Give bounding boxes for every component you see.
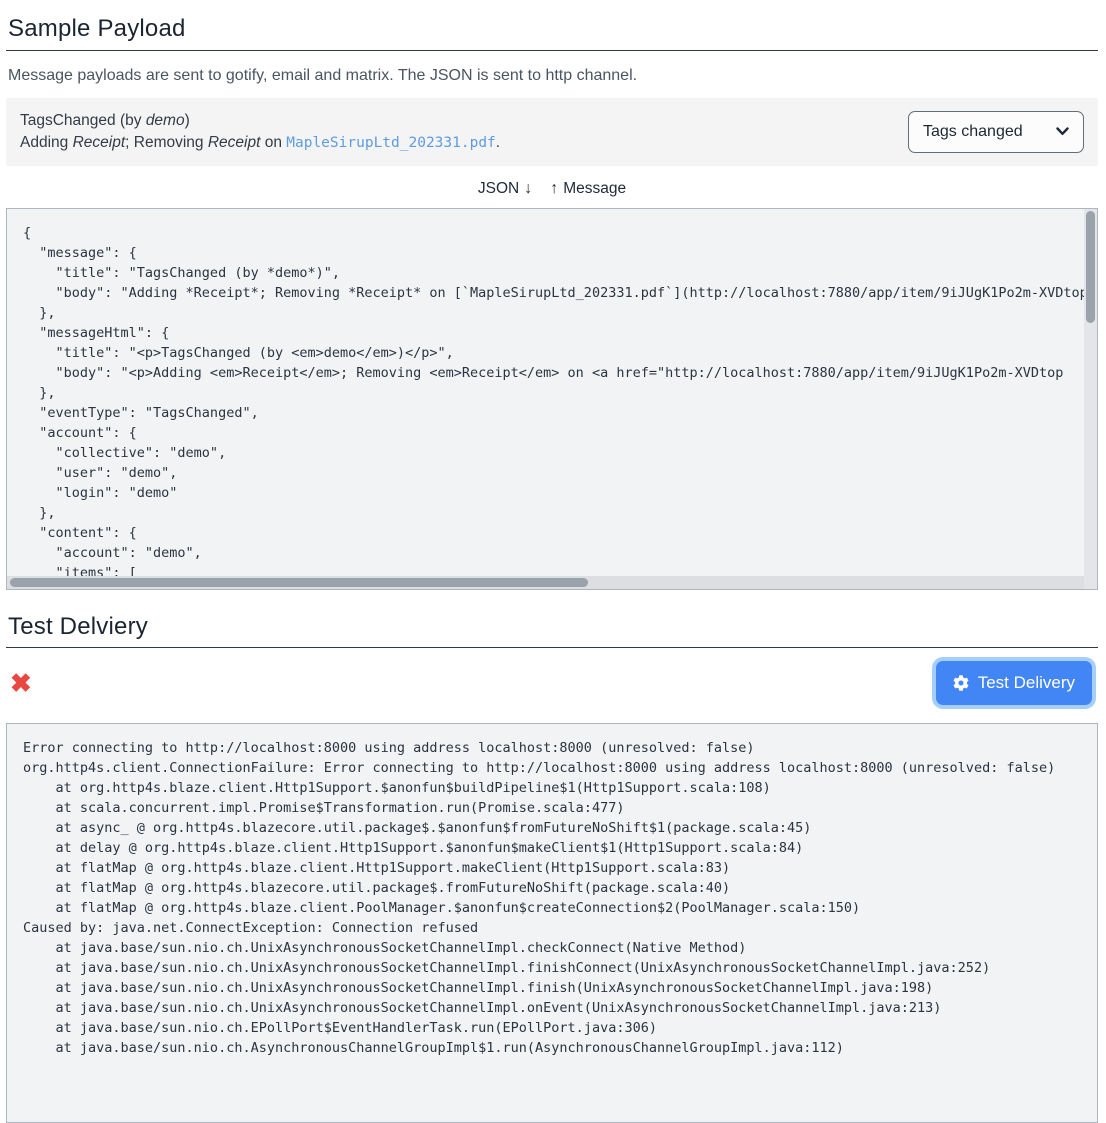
chevron-down-icon	[1056, 123, 1069, 141]
event-sample-text: TagsChanged (by demo) Adding Receipt; Re…	[20, 110, 500, 154]
json-payload-code: { "message": { "title": "TagsChanged (by…	[7, 209, 1097, 590]
arrow-up-icon: ↑	[550, 180, 558, 198]
json-toggle-label: JSON	[478, 180, 519, 198]
vertical-scrollbar[interactable]	[1084, 209, 1097, 589]
close-icon[interactable]: ✖	[6, 670, 32, 696]
page-title: Sample Payload	[6, 0, 1098, 51]
event-sample-body-line: Adding Receipt; Removing Receipt on Mapl…	[20, 132, 500, 154]
event-title-prefix: TagsChanged (by	[20, 112, 146, 129]
error-log-code: Error connecting to http://localhost:800…	[7, 724, 1097, 1072]
tag-removed: Receipt	[208, 134, 261, 151]
period: .	[496, 134, 500, 151]
adding-label: Adding	[20, 134, 73, 151]
test-delivery-title: Test Delviery	[6, 613, 1098, 649]
vertical-scrollbar-thumb[interactable]	[1086, 211, 1095, 323]
event-actor: demo	[146, 112, 185, 129]
gear-icon	[953, 675, 969, 691]
message-toggle-label: Message	[563, 180, 626, 198]
event-sample-panel: TagsChanged (by demo) Adding Receipt; Re…	[6, 98, 1098, 166]
page-container: Sample Payload Message payloads are sent…	[0, 0, 1106, 1123]
item-link[interactable]: MapleSirupLtd_202331.pdf	[286, 135, 496, 151]
message-toggle-link[interactable]: ↑ Message	[550, 180, 626, 198]
arrow-down-icon: ↓	[524, 180, 532, 198]
event-type-select-value: Tags changed	[923, 123, 1023, 141]
page-description: Message payloads are sent to gotify, ema…	[8, 67, 1098, 85]
test-delivery-button[interactable]: Test Delivery	[936, 661, 1092, 705]
json-toggle-link[interactable]: JSON ↓	[478, 180, 532, 198]
test-delivery-row: ✖ Test Delivery	[6, 658, 1098, 708]
horizontal-scrollbar[interactable]	[7, 576, 1084, 589]
event-sample-title-line: TagsChanged (by demo)	[20, 110, 500, 132]
test-delivery-button-label: Test Delivery	[978, 673, 1075, 693]
tag-added: Receipt	[73, 134, 126, 151]
on-label: on	[260, 134, 286, 151]
horizontal-scrollbar-thumb[interactable]	[10, 578, 588, 587]
error-log-box: Error connecting to http://localhost:800…	[6, 723, 1098, 1123]
event-title-suffix: )	[185, 112, 190, 129]
removing-label: ; Removing	[125, 134, 208, 151]
view-toggle: JSON ↓ ↑ Message	[6, 180, 1098, 198]
event-type-select[interactable]: Tags changed	[908, 111, 1084, 153]
json-payload-box: { "message": { "title": "TagsChanged (by…	[6, 208, 1098, 590]
